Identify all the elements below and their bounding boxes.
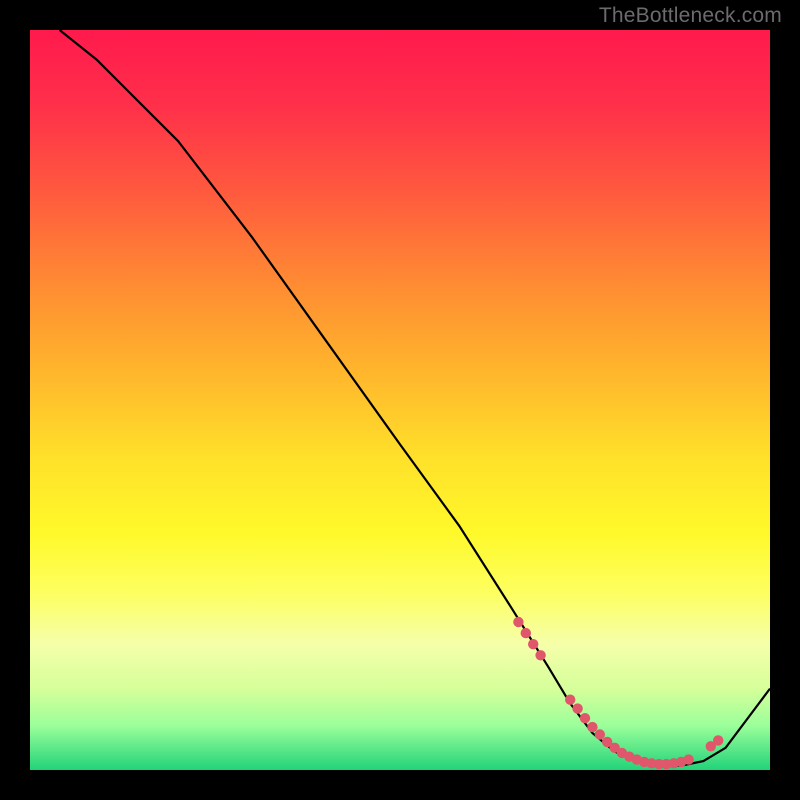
marker-point [683, 754, 693, 764]
chart-frame: TheBottleneck.com [0, 0, 800, 800]
marker-point [580, 713, 590, 723]
marker-point [528, 639, 538, 649]
marker-point [513, 617, 523, 627]
marker-cluster [513, 617, 723, 770]
marker-point [595, 729, 605, 739]
watermark-text: TheBottleneck.com [599, 4, 782, 28]
marker-point [572, 703, 582, 713]
chart-overlay-svg [30, 30, 770, 770]
marker-point [565, 695, 575, 705]
bottleneck-curve [60, 30, 770, 766]
marker-point [521, 628, 531, 638]
marker-point [587, 722, 597, 732]
marker-point [713, 735, 723, 745]
gradient-plot-area [30, 30, 770, 770]
marker-point [535, 650, 545, 660]
